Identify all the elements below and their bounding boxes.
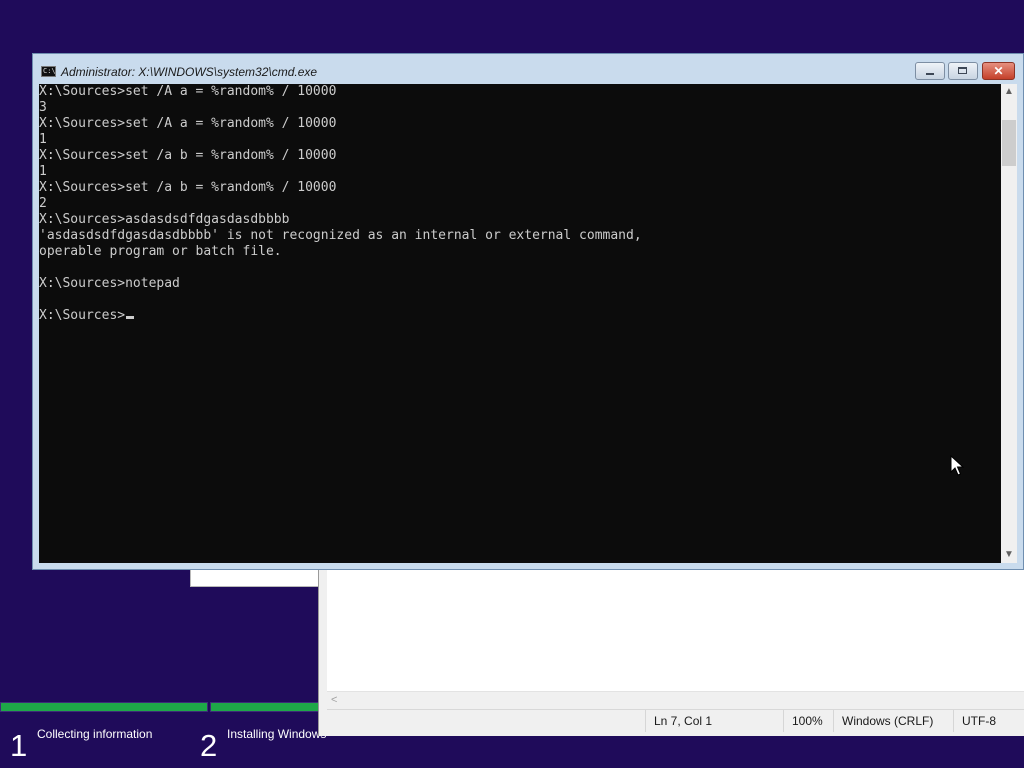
console-line: 1 — [39, 132, 47, 147]
maximize-button[interactable] — [948, 62, 978, 80]
step-number: 1 — [10, 728, 28, 763]
notepad-horizontal-scrollbar[interactable]: < — [327, 691, 1024, 709]
cmd-app-icon[interactable]: C:\ — [41, 66, 56, 77]
scroll-left-arrow-icon[interactable]: < — [331, 693, 345, 707]
maximize-icon — [958, 67, 967, 74]
console-line: 1 — [39, 164, 47, 179]
scrollbar-thumb[interactable] — [1002, 120, 1016, 166]
close-button[interactable]: ✕ — [982, 62, 1015, 80]
console-line: X:\Sources>asdasdsdfdgasdasdbbbb — [39, 212, 290, 227]
setup-dialog-fragment — [190, 568, 332, 587]
step-number: 2 — [200, 728, 218, 763]
console-output[interactable]: X:\Sources>set /A a = %random% / 10000 3… — [39, 84, 1001, 563]
console-line: 2 — [39, 196, 47, 211]
progress-segment-collecting — [0, 702, 208, 712]
cmd-title-bar[interactable]: C:\ Administrator: X:\WINDOWS\system32\c… — [33, 54, 1023, 84]
minimize-icon — [926, 73, 934, 75]
window-title: Administrator: X:\WINDOWS\system32\cmd.e… — [61, 65, 318, 79]
status-encoding: UTF-8 — [953, 710, 1024, 732]
notepad-status-bar: Ln 7, Col 1 100% Windows (CRLF) UTF-8 — [327, 709, 1024, 732]
console-line: 3 — [39, 100, 47, 115]
close-icon: ✕ — [993, 64, 1004, 78]
console-line: X:\Sources>notepad — [39, 276, 180, 291]
text-cursor — [126, 316, 135, 319]
status-line-ending: Windows (CRLF) — [833, 710, 953, 732]
status-cursor-position: Ln 7, Col 1 — [645, 710, 783, 732]
prompt-text: X:\Sources> — [39, 308, 126, 323]
notepad-window[interactable]: < Ln 7, Col 1 100% Windows (CRLF) UTF-8 — [318, 568, 1024, 736]
console-line: operable program or batch file. — [39, 244, 282, 259]
step-label: Collecting information — [37, 727, 153, 741]
notepad-text-area[interactable] — [327, 569, 1024, 691]
console-line: X:\Sources>set /A a = %random% / 10000 — [39, 84, 337, 99]
scroll-up-arrow-icon[interactable]: ▲ — [1001, 84, 1017, 100]
status-zoom: 100% — [783, 710, 833, 732]
console-line: X:\Sources>set /a b = %random% / 10000 — [39, 148, 337, 163]
progress-fill-installing — [211, 703, 329, 711]
scroll-down-arrow-icon[interactable]: ▼ — [1001, 547, 1017, 563]
console-vertical-scrollbar[interactable]: ▲ ▼ — [1001, 84, 1017, 563]
command-prompt-line[interactable]: X:\Sources> — [39, 308, 1001, 324]
mouse-pointer-icon — [950, 455, 964, 476]
minimize-button[interactable] — [915, 62, 945, 80]
cmd-window[interactable]: C:\ Administrator: X:\WINDOWS\system32\c… — [32, 53, 1024, 570]
console-line: X:\Sources>set /a b = %random% / 10000 — [39, 180, 337, 195]
console-line: 'asdasdsdfdgasdasdbbbb' is not recognize… — [39, 228, 642, 243]
progress-segment-installing — [210, 702, 330, 712]
step-label: Installing Windows — [227, 727, 327, 741]
console-line: X:\Sources>set /A a = %random% / 10000 — [39, 116, 337, 131]
progress-fill-collecting — [1, 703, 207, 711]
